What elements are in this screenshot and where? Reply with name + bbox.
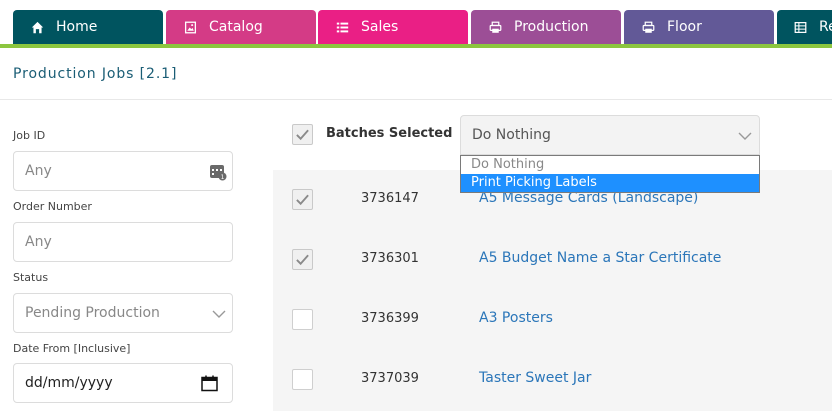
home-icon xyxy=(30,20,44,34)
job-id: 3737039 xyxy=(361,371,419,386)
job-checkbox[interactable] xyxy=(292,249,313,270)
tab-label: Sales xyxy=(361,19,399,35)
image-icon xyxy=(183,20,197,34)
tab-label: Home xyxy=(56,19,98,35)
chevron-down-icon xyxy=(738,129,752,143)
option-print-picking-labels[interactable]: Print Picking Labels xyxy=(461,174,759,192)
job-id-label: Job ID xyxy=(13,129,46,142)
top-navigation: Home Catalog Sales Production Floor Re xyxy=(0,0,832,48)
tab-label: Production xyxy=(514,19,589,35)
tab-floor[interactable]: Floor xyxy=(624,10,774,44)
order-number-field[interactable]: Any xyxy=(13,222,233,262)
calendar-icon[interactable] xyxy=(201,375,218,392)
table-icon xyxy=(794,20,807,34)
status-value: Pending Production xyxy=(25,305,160,321)
printer-icon xyxy=(641,20,655,34)
job-checkbox[interactable] xyxy=(292,189,313,210)
job-title-link[interactable]: Taster Sweet Jar xyxy=(479,370,591,386)
job-id-field[interactable]: Any 1 xyxy=(13,151,233,191)
status-label: Status xyxy=(13,271,49,284)
job-title-link[interactable]: A3 Posters xyxy=(479,310,553,326)
list-icon xyxy=(335,20,349,34)
batch-action-value: Do Nothing xyxy=(472,127,551,143)
job-id: 3736301 xyxy=(361,251,419,266)
job-checkbox[interactable] xyxy=(292,369,313,390)
tab-catalog[interactable]: Catalog xyxy=(166,10,316,44)
tab-label: Re xyxy=(819,19,832,35)
job-id: 3736147 xyxy=(361,191,419,206)
checkmark-icon xyxy=(296,194,309,206)
date-from-value: dd/mm/yyyy xyxy=(25,375,113,391)
status-select[interactable]: Pending Production xyxy=(13,293,233,333)
job-title-link[interactable]: A5 Budget Name a Star Certificate xyxy=(479,250,721,266)
checkmark-icon xyxy=(296,254,309,266)
tab-reports[interactable]: Re xyxy=(777,10,832,44)
tab-sales[interactable]: Sales xyxy=(318,10,468,44)
tab-production[interactable]: Production xyxy=(471,10,621,44)
svg-text:1: 1 xyxy=(221,174,225,181)
date-from-label: Date From [Inclusive] xyxy=(13,342,131,355)
tab-label: Catalog xyxy=(209,19,263,35)
checkmark-icon xyxy=(296,129,309,141)
tab-label: Floor xyxy=(667,19,702,35)
job-id: 3736399 xyxy=(361,311,419,326)
nav-accent-rule xyxy=(0,44,832,48)
batches-selected-label: Batches Selected xyxy=(326,126,453,141)
job-id-placeholder: Any xyxy=(25,163,52,179)
order-number-label: Order Number xyxy=(13,200,92,213)
order-number-placeholder: Any xyxy=(25,234,52,250)
page-title: Production Jobs [2.1] xyxy=(13,66,178,82)
batch-checkbox[interactable] xyxy=(292,124,313,145)
chevron-down-icon xyxy=(212,307,226,321)
date-from-field[interactable]: dd/mm/yyyy xyxy=(13,363,233,403)
tab-home[interactable]: Home xyxy=(13,10,163,44)
calendar-icon[interactable]: 1 xyxy=(209,163,227,181)
printer-icon xyxy=(488,20,502,34)
batch-action-dropdown: Do Nothing Print Picking Labels xyxy=(460,155,760,193)
batch-action-select[interactable]: Do Nothing xyxy=(460,115,760,155)
divider xyxy=(0,99,832,100)
job-checkbox[interactable] xyxy=(292,309,313,330)
option-do-nothing[interactable]: Do Nothing xyxy=(461,156,759,174)
